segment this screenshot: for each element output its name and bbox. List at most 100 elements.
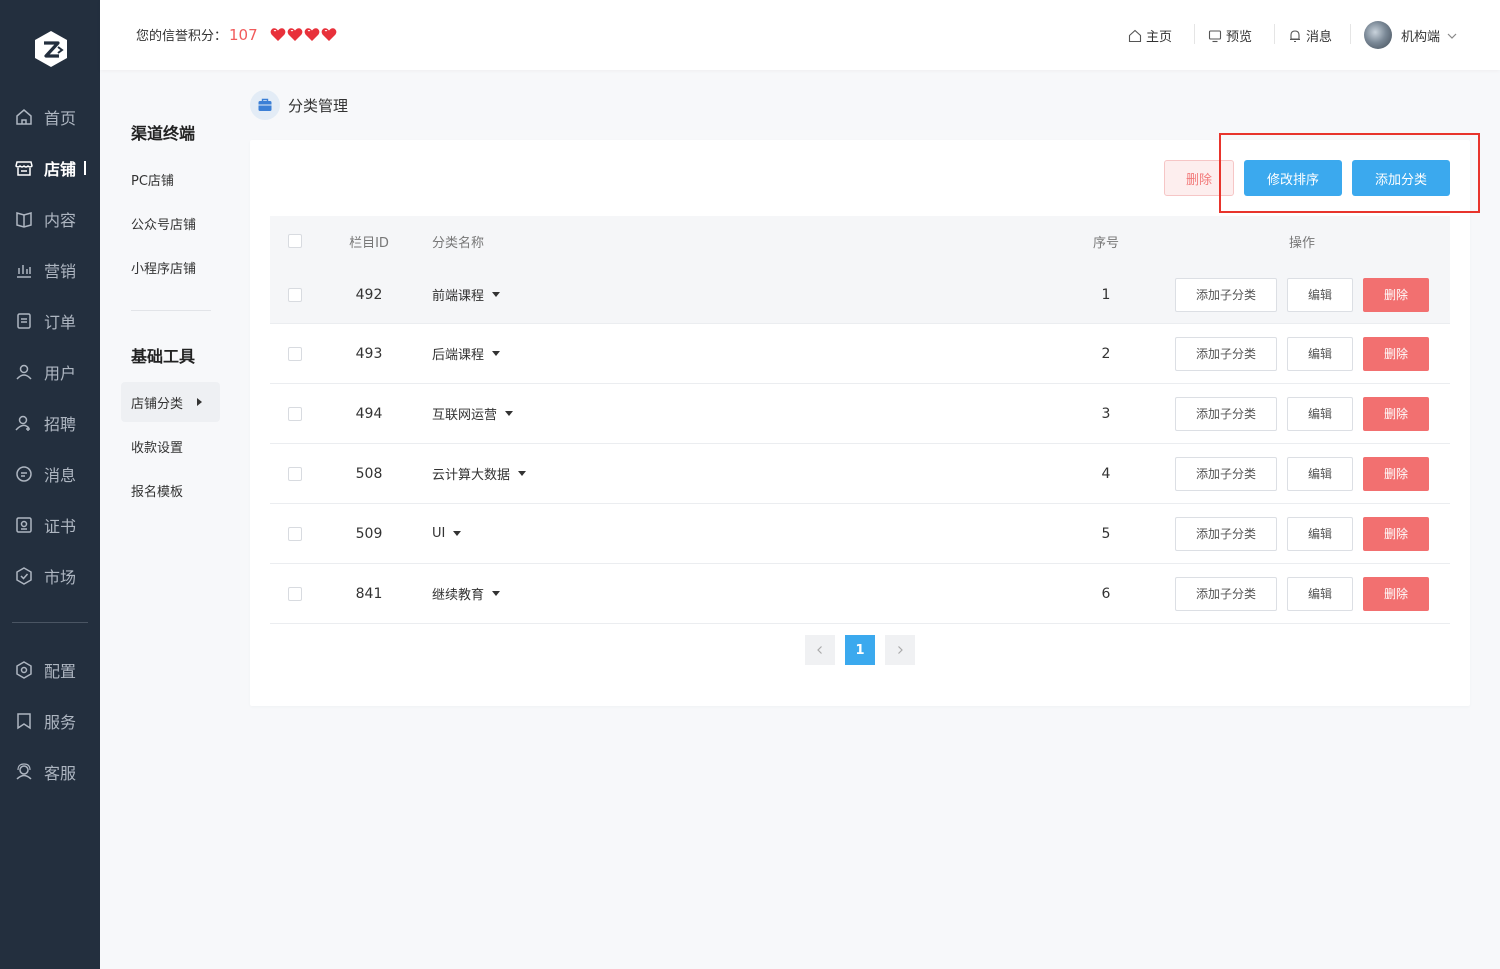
edit-button[interactable]: 编辑 <box>1287 576 1353 611</box>
table-row: 494 互联网运营 3 添加子分类 编辑 删除 <box>270 384 1450 444</box>
nav-divider <box>12 622 88 623</box>
row-id: 509 <box>355 525 383 542</box>
row-checkbox[interactable] <box>288 586 302 601</box>
row-name[interactable]: 互联网运营 <box>432 384 514 443</box>
caret-down-icon[interactable] <box>492 591 501 596</box>
subnav-item-signup-template[interactable]: 报名模板 <box>121 470 220 510</box>
delete-button[interactable]: 删除 <box>1363 576 1429 611</box>
row-checkbox[interactable] <box>288 287 302 302</box>
nav-item-settings[interactable]: 配置 <box>0 652 100 688</box>
home-link-label: 主页 <box>1146 30 1173 45</box>
row-seq: 4 <box>1101 465 1111 482</box>
delete-button[interactable]: 删除 <box>1363 336 1429 371</box>
next-page-button[interactable] <box>885 635 915 665</box>
caret-down-icon[interactable] <box>492 351 501 356</box>
nav-item-home[interactable]: 首页 <box>0 99 100 135</box>
row-name-text: 互联网运营 <box>432 408 498 423</box>
edit-button[interactable]: 编辑 <box>1287 277 1353 312</box>
nav-item-messages[interactable]: 消息 <box>0 456 100 492</box>
row-name[interactable]: 继续教育 <box>432 564 501 623</box>
nav-item-certificate[interactable]: 证书 <box>0 507 100 543</box>
logo[interactable] <box>33 30 69 68</box>
page-button-current[interactable]: 1 <box>845 635 875 665</box>
caret-down-icon[interactable] <box>518 471 527 476</box>
subnav-item-label: 收款设置 <box>131 440 184 456</box>
row-id: 494 <box>355 405 383 422</box>
add-child-button[interactable]: 添加子分类 <box>1175 277 1277 312</box>
delete-button[interactable]: 删除 <box>1363 277 1429 312</box>
nav-item-label: 客服 <box>44 764 77 783</box>
row-seq: 1 <box>1101 286 1111 303</box>
nav-item-orders[interactable]: 订单 <box>0 303 100 339</box>
column-header-ops: 操作 <box>1288 235 1315 251</box>
edit-button[interactable]: 编辑 <box>1287 456 1353 491</box>
nav-item-marketing[interactable]: 营销 <box>0 252 100 288</box>
settings-icon <box>14 660 34 680</box>
subnav-item-pc-store[interactable]: PC店铺 <box>121 159 220 199</box>
add-child-button[interactable]: 添加子分类 <box>1175 576 1277 611</box>
column-header-name: 分类名称 <box>432 235 485 251</box>
add-child-button[interactable]: 添加子分类 <box>1175 336 1277 371</box>
nav-item-service[interactable]: 服务 <box>0 703 100 739</box>
row-seq: 6 <box>1101 585 1111 602</box>
row-name[interactable]: 云计算大数据 <box>432 444 527 503</box>
subnav-item-payment-settings[interactable]: 收款设置 <box>121 426 220 466</box>
nav-item-recruit[interactable]: 招聘 <box>0 405 100 441</box>
subnav-item-label: 店铺分类 <box>131 396 184 412</box>
row-name-text: UI <box>432 526 446 541</box>
subnav-item-miniprogram-store[interactable]: 小程序店铺 <box>121 247 220 287</box>
nav-item-content[interactable]: 内容 <box>0 201 100 237</box>
table-row: 841 继续教育 6 添加子分类 编辑 删除 <box>270 564 1450 624</box>
nav-item-users[interactable]: 用户 <box>0 354 100 390</box>
row-checkbox[interactable] <box>288 466 302 481</box>
delete-button[interactable]: 删除 <box>1363 516 1429 551</box>
caret-down-icon[interactable] <box>505 411 514 416</box>
caret-down-icon[interactable] <box>453 531 462 536</box>
nav-item-store[interactable]: 店铺 <box>0 150 100 186</box>
add-child-button[interactable]: 添加子分类 <box>1175 456 1277 491</box>
table-row: 509 UI 5 添加子分类 编辑 删除 <box>270 504 1450 564</box>
add-child-button[interactable]: 添加子分类 <box>1175 396 1277 431</box>
row-name[interactable]: 前端课程 <box>432 266 501 323</box>
delete-button[interactable]: 删除 <box>1363 396 1429 431</box>
nav-item-market[interactable]: 市场 <box>0 558 100 594</box>
table-body: 492 前端课程 1 添加子分类 编辑 删除 493 后端课程 2 添加子分类 编辑 删除 494 互联网… <box>270 266 1450 624</box>
messages-link[interactable]: 消息 <box>1288 26 1332 45</box>
row-checkbox[interactable] <box>288 406 302 421</box>
main-sidebar: 首页 店铺 内容 营销 订单 用户 招聘 消息 证书 市场 配置 服务 客服 <box>0 0 100 969</box>
certificate-icon <box>14 515 34 535</box>
subnav-item-store-category[interactable]: 店铺分类 <box>121 382 220 422</box>
delete-button[interactable]: 删除 <box>1363 456 1429 491</box>
add-child-button[interactable]: 添加子分类 <box>1175 516 1277 551</box>
add-category-button[interactable]: 添加分类 <box>1352 160 1450 196</box>
row-name[interactable]: 后端课程 <box>432 324 501 383</box>
nav-item-label: 订单 <box>44 313 77 332</box>
edit-button[interactable]: 编辑 <box>1287 396 1353 431</box>
user-menu[interactable]: 机构端 <box>1401 26 1458 45</box>
avatar[interactable] <box>1364 21 1392 49</box>
market-icon <box>14 566 34 586</box>
page-header: 分类管理 <box>250 90 348 120</box>
batch-delete-button[interactable]: 删除 <box>1164 160 1234 196</box>
table-row: 493 后端课程 2 添加子分类 编辑 删除 <box>270 324 1450 384</box>
bookmark-icon <box>14 711 34 731</box>
edit-button[interactable]: 编辑 <box>1287 336 1353 371</box>
edit-sort-button[interactable]: 修改排序 <box>1244 160 1342 196</box>
row-checkbox[interactable] <box>288 526 302 541</box>
category-card: 删除 修改排序 添加分类 栏目ID 分类名称 序号 操作 492 前端课程 1 添加子… <box>250 140 1470 706</box>
subnav-item-label: PC店铺 <box>131 173 174 189</box>
row-seq: 3 <box>1101 405 1111 422</box>
select-all-checkbox[interactable] <box>288 234 302 248</box>
row-checkbox[interactable] <box>288 346 302 361</box>
header-separator <box>1194 24 1195 44</box>
home-link[interactable]: 主页 <box>1128 26 1172 45</box>
row-name[interactable]: UI <box>432 504 462 563</box>
order-icon <box>14 311 34 331</box>
nav-item-support[interactable]: 客服 <box>0 754 100 790</box>
edit-button[interactable]: 编辑 <box>1287 516 1353 551</box>
prev-page-button[interactable] <box>805 635 835 665</box>
caret-down-icon[interactable] <box>492 292 501 297</box>
preview-link[interactable]: 预览 <box>1208 26 1252 45</box>
subnav-item-wechat-store[interactable]: 公众号店铺 <box>121 203 220 243</box>
row-name-text: 后端课程 <box>432 348 485 363</box>
